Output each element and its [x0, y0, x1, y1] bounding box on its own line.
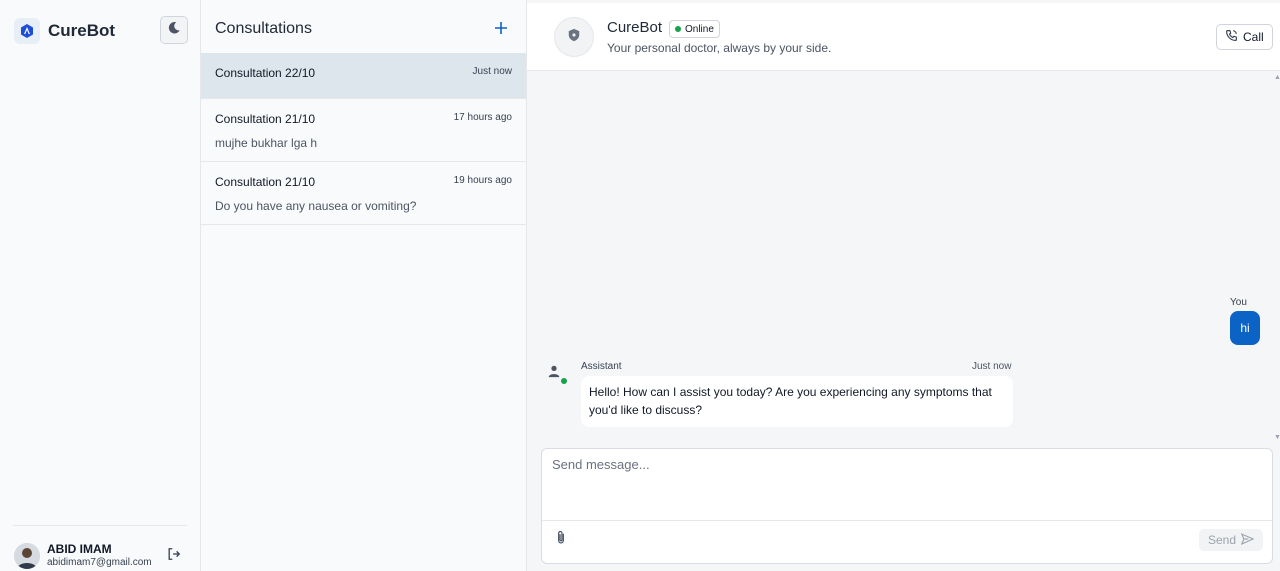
scroll-up-arrow-icon[interactable]: ▲: [1274, 74, 1280, 81]
consultation-title: Consultation 21/10: [215, 112, 316, 126]
consultations-panel: Consultations Consultation 22/10 Just no…: [201, 0, 527, 571]
plus-icon: [495, 21, 507, 39]
consultation-time: 17 hours ago: [453, 112, 512, 123]
logout-button[interactable]: [165, 547, 183, 565]
call-button[interactable]: Call: [1216, 24, 1273, 50]
shield-icon: [567, 28, 581, 47]
send-button[interactable]: Send: [1199, 529, 1263, 551]
chat-header: CureBot Online Your personal doctor, alw…: [527, 3, 1280, 71]
consultation-item[interactable]: Consultation 21/10 17 hours ago mujhe bu…: [201, 99, 526, 162]
bot-avatar: [554, 17, 594, 57]
user-profile[interactable]: ABID IMAM abidimam7@gmail.com: [14, 542, 152, 570]
assistant-message-bubble: Hello! How can I assist you today? Are y…: [581, 376, 1013, 427]
person-icon: [547, 364, 563, 380]
avatar: [14, 543, 40, 569]
chat-panel: CureBot Online Your personal doctor, alw…: [527, 0, 1280, 571]
message-input[interactable]: [542, 449, 1272, 519]
sidebar-divider: [13, 525, 187, 526]
new-consultation-button[interactable]: [491, 20, 511, 40]
message-composer: Send: [541, 448, 1273, 564]
consultation-title: Consultation 22/10: [215, 66, 316, 80]
consultation-item[interactable]: Consultation 22/10 Just now: [201, 53, 526, 99]
consultation-list: Consultation 22/10 Just now Consultation…: [201, 53, 526, 225]
send-label: Send: [1207, 533, 1237, 547]
app-name: CureBot: [48, 21, 116, 40]
sidebar: CureBot ABID IMAM abidimam7@gmail.com: [0, 0, 201, 571]
consultation-preview: mujhe bukhar lga h: [215, 136, 318, 150]
online-dot-icon: [561, 378, 567, 384]
logout-icon: [167, 547, 181, 566]
brand[interactable]: CureBot: [14, 18, 115, 44]
call-label: Call: [1243, 30, 1264, 44]
consultation-preview: Do you have any nausea or vomiting?: [215, 199, 417, 213]
user-email: abidimam7@gmail.com: [47, 557, 152, 568]
consultation-time: 19 hours ago: [453, 175, 512, 186]
consultation-time: Just now: [472, 66, 512, 77]
status-badge: Online: [669, 20, 720, 38]
user-message-bubble: hi: [1230, 311, 1260, 345]
status-text: Online: [685, 23, 714, 35]
composer-divider: [542, 520, 1272, 521]
curebot-logo-icon: [14, 18, 40, 44]
message-sender: Assistant: [581, 361, 622, 372]
online-dot-icon: [675, 26, 681, 32]
consultation-title: Consultation 21/10: [215, 175, 316, 189]
attach-button[interactable]: [553, 530, 569, 550]
consultations-title: Consultations: [215, 20, 312, 37]
scroll-down-arrow-icon[interactable]: ▼: [1274, 434, 1280, 441]
message-sender: You: [1230, 297, 1247, 308]
bot-name: CureBot: [607, 19, 663, 36]
consultation-item[interactable]: Consultation 21/10 19 hours ago Do you h…: [201, 162, 526, 225]
message-time: Just now: [972, 361, 1012, 372]
bot-subtitle: Your personal doctor, always by your sid…: [607, 41, 832, 55]
theme-toggle-button[interactable]: [160, 16, 188, 44]
phone-icon: [1225, 29, 1238, 45]
send-icon: [1240, 532, 1255, 548]
paperclip-icon: [555, 530, 567, 550]
moon-icon: [167, 21, 181, 40]
user-name: ABID IMAM: [47, 542, 112, 556]
